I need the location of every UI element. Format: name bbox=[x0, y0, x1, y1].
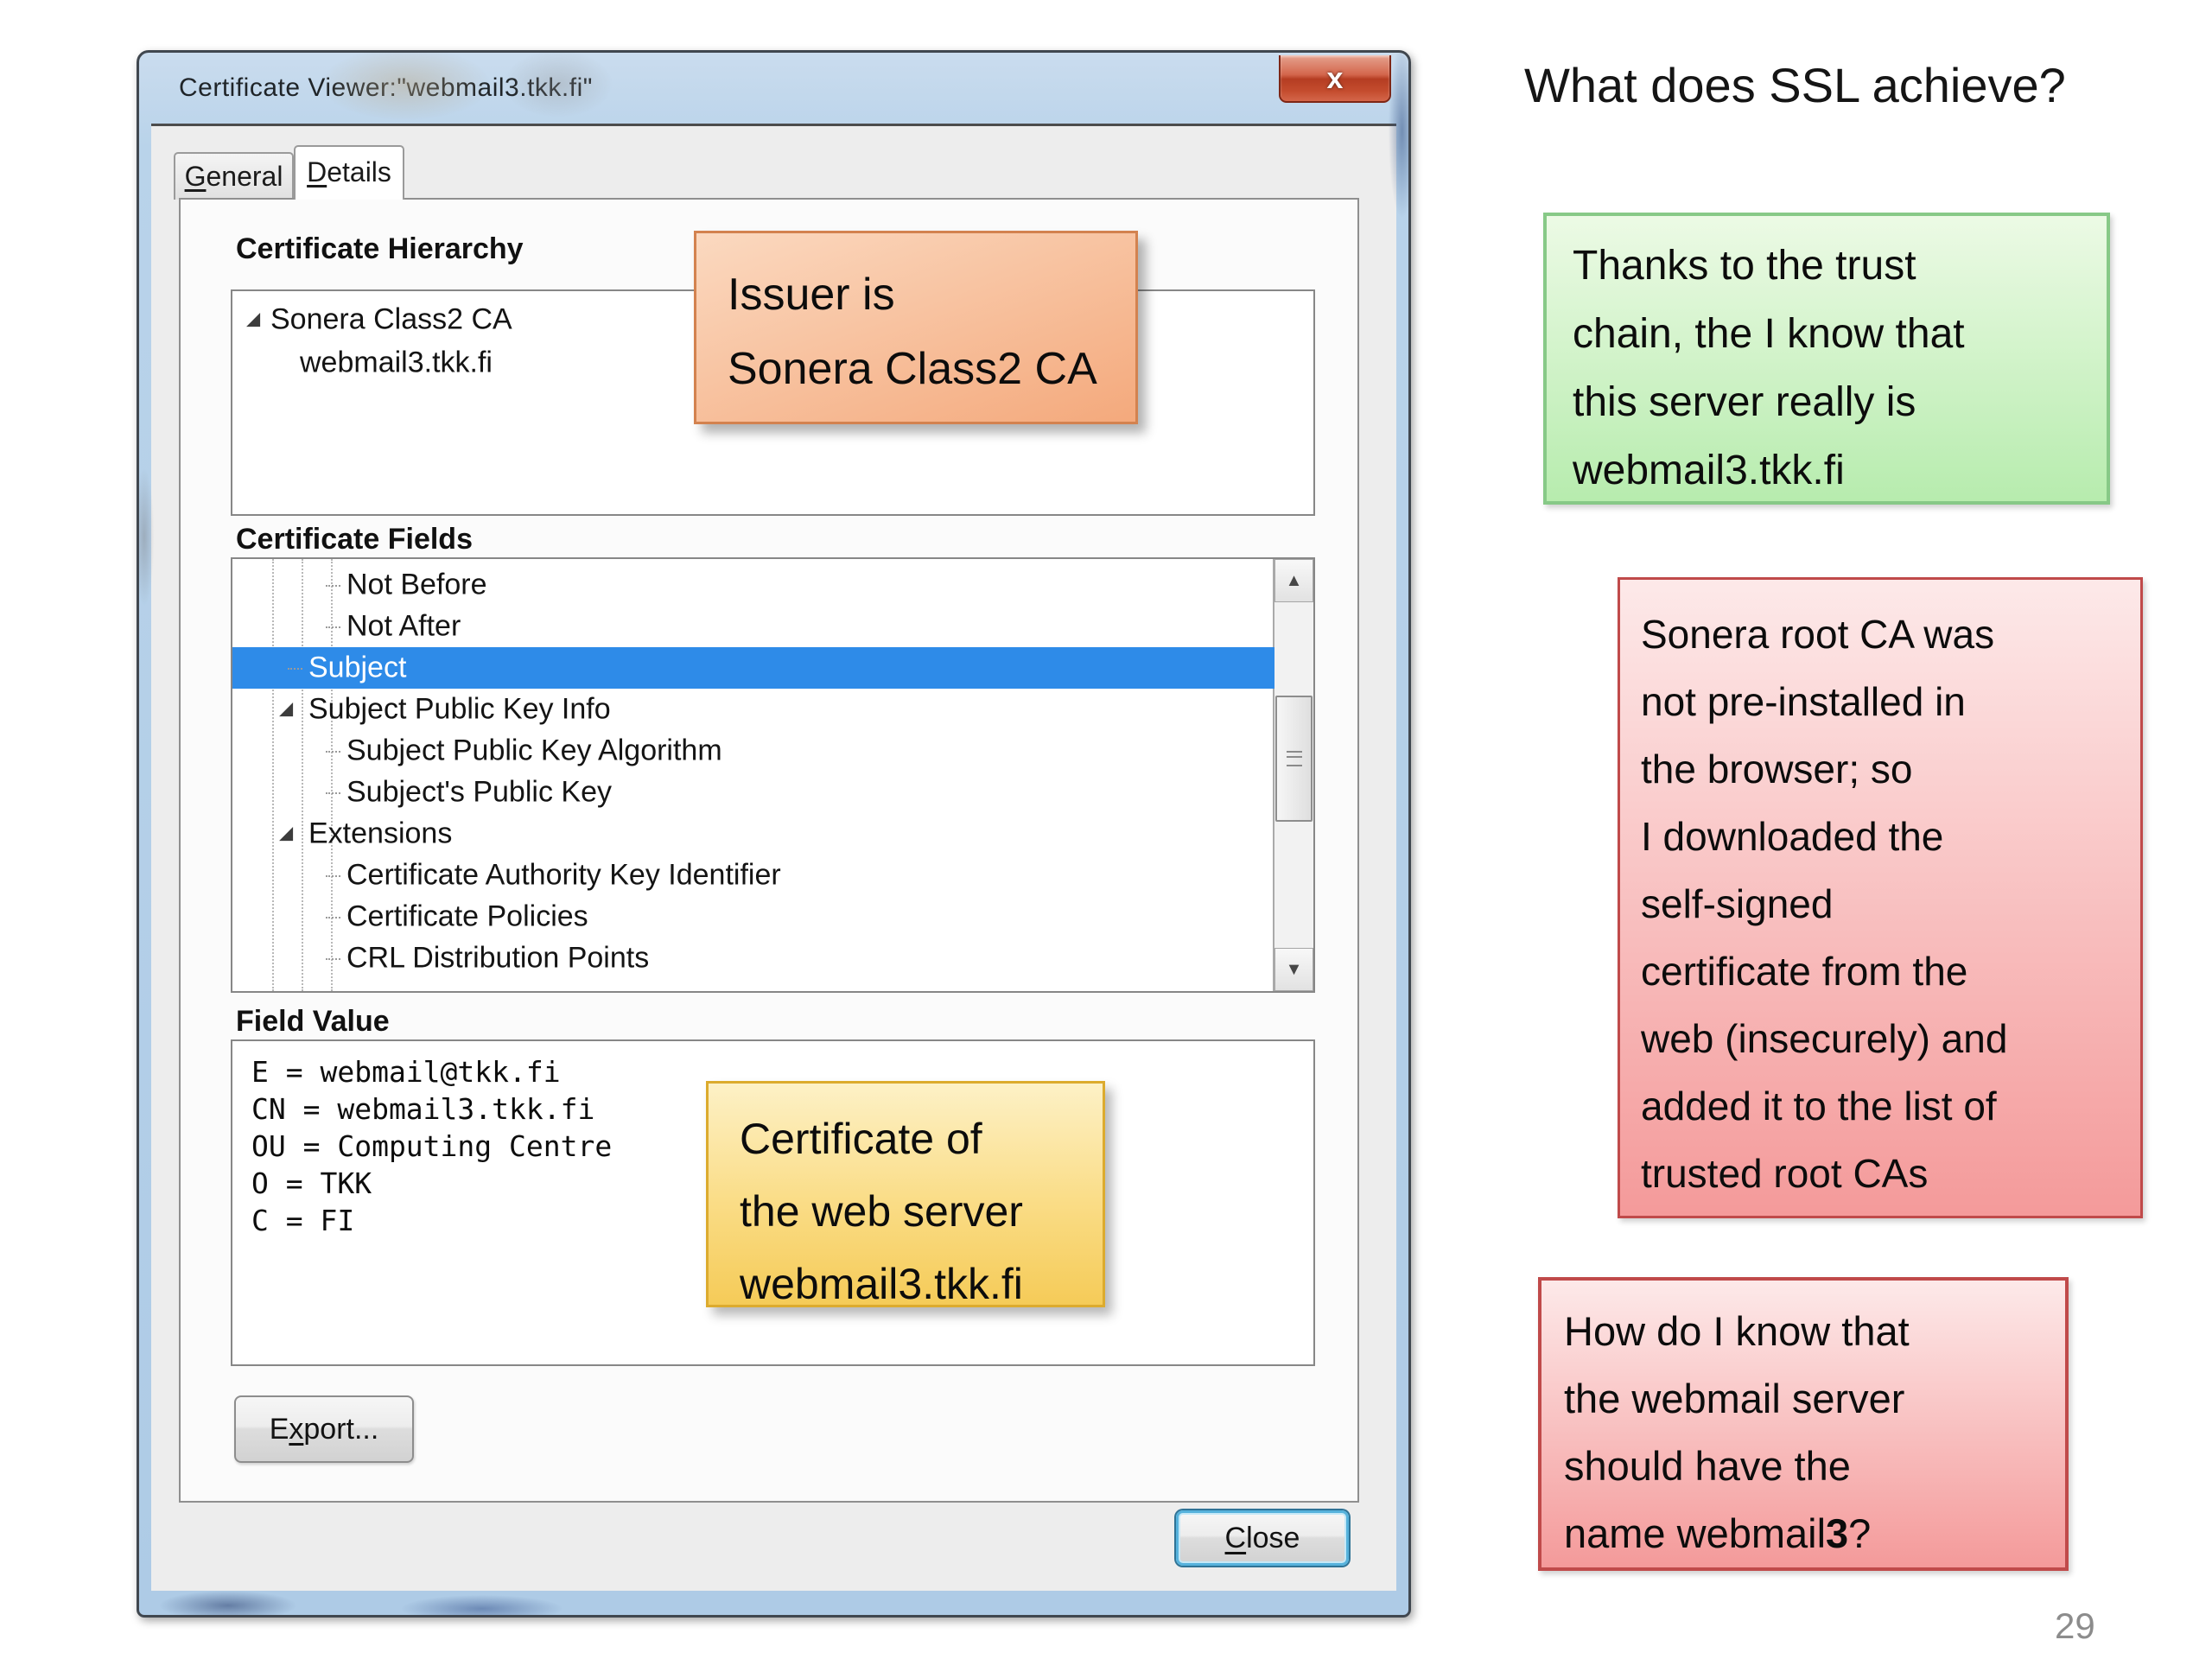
tree-item-label: Extensions bbox=[308, 817, 452, 851]
root-ca-note-line: I downloaded the bbox=[1641, 803, 2140, 870]
tree-item-subject-s-public-key[interactable]: Subject's Public Key bbox=[232, 772, 1274, 813]
root-ca-note-line: web (insecurely) and bbox=[1641, 1005, 2140, 1072]
web-server-callout-line: the web server bbox=[740, 1175, 1103, 1248]
expanded-twisty-icon[interactable]: ◢ bbox=[246, 308, 260, 330]
web-server-callout-line: Certificate of bbox=[740, 1103, 1103, 1175]
tree-connector bbox=[326, 626, 340, 628]
root-ca-note-line: self-signed bbox=[1641, 870, 2140, 938]
tree-item-not-after[interactable]: Not After bbox=[232, 606, 1274, 647]
tree-item-label: Subject Public Key Info bbox=[308, 693, 611, 727]
tree-item-subject[interactable]: Subject bbox=[232, 647, 1274, 689]
tree-item-label: CRL Distribution Points bbox=[346, 942, 649, 976]
tree-item-label: Subject bbox=[308, 652, 406, 685]
tab-details[interactable]: Details bbox=[294, 145, 404, 200]
root-ca-note: Sonera root CA wasnot pre-installed inth… bbox=[1618, 577, 2143, 1218]
tree-item-label: Not After bbox=[346, 610, 461, 644]
window-title: Certificate Viewer:"webmail3.tkk.fi" bbox=[179, 73, 593, 103]
trust-chain-note-line: this server really is bbox=[1573, 368, 2107, 436]
fields-scrollbar[interactable]: ▲ ▼ bbox=[1273, 559, 1313, 991]
tree-item-extensions[interactable]: ◢ Extensions bbox=[232, 813, 1274, 855]
field-value-line: OU = Computing Centre bbox=[251, 1128, 612, 1165]
export-button[interactable]: Export... bbox=[234, 1395, 414, 1463]
tree-item-label: Sonera Class2 CA bbox=[270, 303, 512, 337]
dialog-client-area: General Details Certificate Hierarchy ◢ S… bbox=[151, 124, 1396, 1591]
field-value-line: CN = webmail3.tkk.fi bbox=[251, 1090, 612, 1128]
certificate-fields-label: Certificate Fields bbox=[236, 523, 473, 556]
tree-connector bbox=[326, 917, 340, 918]
tab-general[interactable]: General bbox=[174, 152, 294, 200]
close-button[interactable]: Close bbox=[1176, 1510, 1349, 1566]
field-value-line: E = webmail@tkk.fi bbox=[251, 1053, 612, 1090]
tree-item-crl-distribution-points[interactable]: CRL Distribution Points bbox=[232, 938, 1274, 979]
trust-chain-note-line: chain, the I know that bbox=[1573, 300, 2107, 368]
page-number: 29 bbox=[2055, 1605, 2095, 1647]
field-value-label: Field Value bbox=[236, 1005, 390, 1039]
tree-connector bbox=[326, 751, 340, 753]
tree-item-label: webmail3.tkk.fi bbox=[300, 346, 493, 380]
issuer-callout-line: Issuer is bbox=[728, 257, 1135, 332]
certificate-fields-tree: Not Before Not After Subject ◢ Subject Publi… bbox=[231, 557, 1315, 993]
expanded-twisty-icon[interactable]: ◢ bbox=[279, 823, 293, 844]
details-tab-page: Certificate Hierarchy ◢ Sonera Class2 CA w… bbox=[179, 198, 1359, 1503]
tree-connector bbox=[326, 875, 340, 877]
tree-item-subject-public-key-info[interactable]: ◢ Subject Public Key Info bbox=[232, 689, 1274, 730]
root-ca-note-line: not pre-installed in bbox=[1641, 668, 2140, 735]
tree-item-not-before[interactable]: Not Before bbox=[232, 564, 1274, 606]
expanded-twisty-icon[interactable]: ◢ bbox=[279, 698, 293, 720]
web-server-cert-callout: Certificate ofthe web serverwebmail3.tkk… bbox=[706, 1081, 1105, 1307]
webmail-name-note-line: should have the bbox=[1564, 1433, 2065, 1500]
webmail-name-note-line: the webmail server bbox=[1564, 1365, 2065, 1433]
trust-chain-note: Thanks to the trustchain, the I know tha… bbox=[1543, 213, 2110, 505]
field-value-line: C = FI bbox=[251, 1202, 612, 1239]
certificate-hierarchy-label: Certificate Hierarchy bbox=[236, 232, 524, 266]
certificate-viewer-window: Certificate Viewer:"webmail3.tkk.fi" x G… bbox=[137, 50, 1411, 1618]
issuer-callout: Issuer isSonera Class2 CA bbox=[694, 231, 1138, 424]
root-ca-note-line: Sonera root CA was bbox=[1641, 601, 2140, 668]
webmail-name-note-line: name webmail3? bbox=[1564, 1500, 2065, 1567]
close-icon: x bbox=[1327, 62, 1344, 95]
webmail-name-question-note: How do I know thatthe webmail servershou… bbox=[1538, 1277, 2069, 1571]
scroll-up-icon: ▲ bbox=[1286, 571, 1303, 590]
tree-item-label: Not Before bbox=[346, 569, 487, 602]
tree-item-label: Subject's Public Key bbox=[346, 776, 612, 810]
webmail-name-note-line: How do I know that bbox=[1564, 1298, 2065, 1365]
tree-item-label: Certificate Authority Key Identifier bbox=[346, 859, 781, 893]
web-server-callout-line: webmail3.tkk.fi bbox=[740, 1248, 1103, 1320]
tree-item-certificate-authority-key-identifier[interactable]: Certificate Authority Key Identifier bbox=[232, 855, 1274, 896]
issuer-callout-line: Sonera Class2 CA bbox=[728, 332, 1135, 406]
field-value-line: O = TKK bbox=[251, 1165, 612, 1202]
scroll-down-icon: ▼ bbox=[1286, 960, 1303, 979]
root-ca-note-line: certificate from the bbox=[1641, 938, 2140, 1005]
trust-chain-note-line: Thanks to the trust bbox=[1573, 232, 2107, 300]
root-ca-note-line: the browser; so bbox=[1641, 735, 2140, 803]
window-close-button[interactable]: x bbox=[1279, 55, 1391, 103]
scroll-up-button[interactable]: ▲ bbox=[1274, 559, 1313, 602]
title-bar[interactable]: Certificate Viewer:"webmail3.tkk.fi" bbox=[139, 53, 1408, 124]
tree-connector bbox=[288, 668, 302, 670]
tree-connector bbox=[326, 585, 340, 587]
scrollbar-thumb[interactable] bbox=[1275, 696, 1313, 822]
scroll-down-button[interactable]: ▼ bbox=[1274, 948, 1313, 991]
tree-item-subject-public-key-algorithm[interactable]: Subject Public Key Algorithm bbox=[232, 730, 1274, 772]
tree-item-label: Certificate Policies bbox=[346, 900, 588, 934]
trust-chain-note-line: webmail3.tkk.fi bbox=[1573, 436, 2107, 505]
tree-connector bbox=[326, 958, 340, 960]
tree-connector bbox=[326, 792, 340, 794]
slide-heading: What does SSL achieve? bbox=[1524, 57, 2066, 113]
root-ca-note-line: added it to the list of bbox=[1641, 1072, 2140, 1140]
root-ca-note-line: trusted root CAs bbox=[1641, 1140, 2140, 1207]
slide-background: { "colors": { "selection_blue": "#2e8be8… bbox=[0, 0, 2212, 1659]
tree-item-label: Subject Public Key Algorithm bbox=[346, 734, 722, 768]
tree-item-certificate-policies[interactable]: Certificate Policies bbox=[232, 896, 1274, 938]
